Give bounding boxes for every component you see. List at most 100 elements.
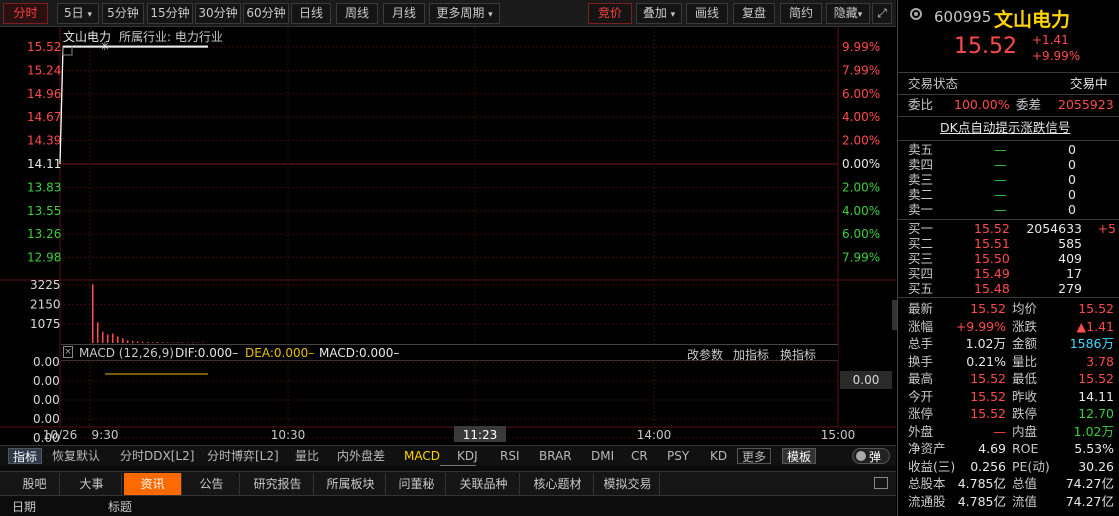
tab-5day[interactable]: 5日 ▾ [57, 3, 99, 24]
buy-price: 15.50 [974, 251, 1010, 266]
tab-core-topics[interactable]: 核心题材 [522, 473, 594, 495]
indicator-bar: 指标 恢复默认 分时DDX[L2] 分时博弈[L2] 量比 内外盘差 MACD … [0, 445, 896, 465]
stat-value: 3.78 [1086, 353, 1114, 369]
ind-kdj[interactable]: KDJ [457, 448, 478, 464]
sell-row: 卖五 — 0 [898, 142, 1119, 158]
draw-button[interactable]: 画线 [686, 3, 728, 24]
sell-level-label: 卖二 [908, 187, 934, 202]
restore-default-button[interactable]: 恢复默认 [52, 448, 100, 464]
ind-inout[interactable]: 内外盘差 [337, 448, 385, 464]
tab-5min[interactable]: 5分钟 [102, 3, 144, 24]
ind-kd[interactable]: KD [710, 448, 727, 464]
template-button[interactable]: 模板 [782, 448, 817, 464]
popup-toggle[interactable]: 弹 [852, 448, 890, 464]
overlay-dropdown[interactable]: 叠加 ▾ [636, 3, 682, 24]
weicha-value: 2055923 [1058, 97, 1114, 112]
tab-intraday[interactable]: 分时 [3, 3, 48, 24]
ind-brar[interactable]: BRAR [539, 448, 572, 464]
pct-tick: 2.00% [842, 180, 880, 194]
price-tick: 14.39 [27, 134, 61, 148]
intraday-chart[interactable]: 15.52 15.24 14.96 14.67 14.39 14.11 13.83 13.55… [0, 27, 896, 445]
ind-game[interactable]: 分时博弈[L2] [207, 448, 279, 464]
stat-row: 换手 0.21% 量比 3.78 [898, 354, 1119, 370]
tab-ask-secretary[interactable]: 问董秘 [388, 473, 446, 495]
tab-sectors[interactable]: 所属板块 [316, 473, 386, 495]
macd-header: × MACD (12,26,9) DIF:0.000– DEA:0.000– M… [61, 344, 838, 363]
swap-indicator-button[interactable]: 换指标 [780, 346, 816, 363]
stat-value: 15.52 [1078, 371, 1114, 386]
maximize-icon[interactable] [874, 477, 888, 489]
dk-signal-link[interactable]: DK点自动提示涨跌信号 [940, 120, 1070, 136]
volume-bar [152, 342, 154, 343]
macd-dea: DEA:0.000– [245, 346, 315, 360]
ind-ddx[interactable]: 分时DDX[L2] [120, 448, 194, 464]
tab-announcements[interactable]: 公告 [184, 473, 240, 495]
tab-30min[interactable]: 30分钟 [195, 3, 241, 24]
expand-icon[interactable]: ⤢ [872, 3, 892, 24]
price-tick: 15.24 [27, 63, 61, 77]
stat-label: 换手 [908, 353, 934, 369]
replay-button[interactable]: 复盘 [733, 3, 775, 24]
macd-name: MACD (12,26,9) [79, 346, 174, 360]
stat-label: 最高 [908, 371, 934, 386]
stat-row: 收益(三) 0.256 PE(动) 30.26 [898, 459, 1119, 475]
more-indicators-button[interactable]: 更多 [737, 448, 772, 464]
stat-label: 涨跌 [1012, 318, 1038, 334]
stat-value: ▲1.41 [1076, 318, 1114, 334]
chart-canvas[interactable]: 15.52 15.24 14.96 14.67 14.39 14.11 13.83 13.55… [0, 27, 896, 445]
tab-monthly[interactable]: 月线 [383, 3, 425, 24]
tab-60min[interactable]: 60分钟 [243, 3, 289, 24]
more-periods-dropdown[interactable]: 更多周期 ▾ [429, 3, 500, 24]
ind-volratio[interactable]: 量比 [295, 448, 319, 464]
stat-row: 涨幅 +9.99% 涨跌 ▲1.41 [898, 319, 1119, 335]
stock-name: 文山电力 [994, 9, 1071, 31]
ind-dmi[interactable]: DMI [591, 448, 614, 464]
ind-cr[interactable]: CR [631, 448, 648, 464]
buy-price: 15.52 [974, 221, 1010, 236]
pct-tick: 2.00% [842, 134, 880, 148]
time-label: 9:30 [92, 428, 119, 442]
simple-button[interactable]: 简约 [780, 3, 822, 24]
ind-macd[interactable]: MACD [404, 448, 440, 464]
tab-guba[interactable]: 股吧 [10, 473, 60, 495]
col-date: 日期 [12, 500, 37, 514]
volume-bar [127, 340, 129, 343]
stat-label: 涨停 [908, 406, 934, 421]
col-title: 标题 [108, 500, 133, 514]
buy-volume: 409 [1058, 251, 1082, 266]
trade-state-value: 交易中 [1070, 76, 1108, 91]
ind-psy[interactable]: PSY [667, 448, 689, 464]
stat-value: 74.27亿 [1065, 493, 1114, 509]
gear-icon[interactable] [908, 6, 924, 22]
volume-bar [92, 284, 94, 343]
weibi-row: 委比 100.00% 委差 2055923 [898, 97, 1119, 113]
stat-value: +9.99% [955, 318, 1006, 334]
stat-value: 4.785亿 [957, 476, 1006, 491]
hide-button[interactable]: 隐藏▾ [826, 3, 870, 24]
tab-research[interactable]: 研究报告 [242, 473, 314, 495]
close-icon[interactable]: × [63, 346, 73, 358]
indicator-label[interactable]: 指标 [8, 448, 43, 464]
stat-row: 净资产 4.69 ROE 5.53% [898, 441, 1119, 457]
stat-label: 外盘 [908, 423, 934, 439]
tab-related[interactable]: 关联品种 [448, 473, 520, 495]
add-indicator-button[interactable]: 加指标 [733, 346, 769, 363]
tab-sim-trade[interactable]: 模拟交易 [596, 473, 660, 495]
tab-weekly[interactable]: 周线 [336, 3, 378, 24]
auction-button[interactable]: 竞价 [588, 3, 632, 24]
macd-tick: 0.00 [33, 374, 60, 388]
volume-bar [157, 342, 159, 343]
tab-events[interactable]: 大事 [62, 473, 122, 495]
stat-label: 内盘 [1012, 423, 1038, 439]
stat-row: 涨停 15.52 跌停 12.70 [898, 406, 1119, 422]
stat-label: 收益(三) [908, 458, 956, 474]
price-tick: 13.55 [27, 204, 61, 218]
tab-daily[interactable]: 日线 [291, 3, 331, 24]
change-params-button[interactable]: 改参数 [687, 346, 723, 363]
chart-industry: 所属行业: 电力行业 [119, 30, 223, 44]
ind-rsi[interactable]: RSI [500, 448, 520, 464]
tab-15min[interactable]: 15分钟 [147, 3, 193, 24]
stat-row: 外盘 — 内盘 1.02万 [898, 424, 1119, 440]
volume-bar [137, 341, 139, 343]
tab-news[interactable]: 资讯 [124, 473, 182, 495]
